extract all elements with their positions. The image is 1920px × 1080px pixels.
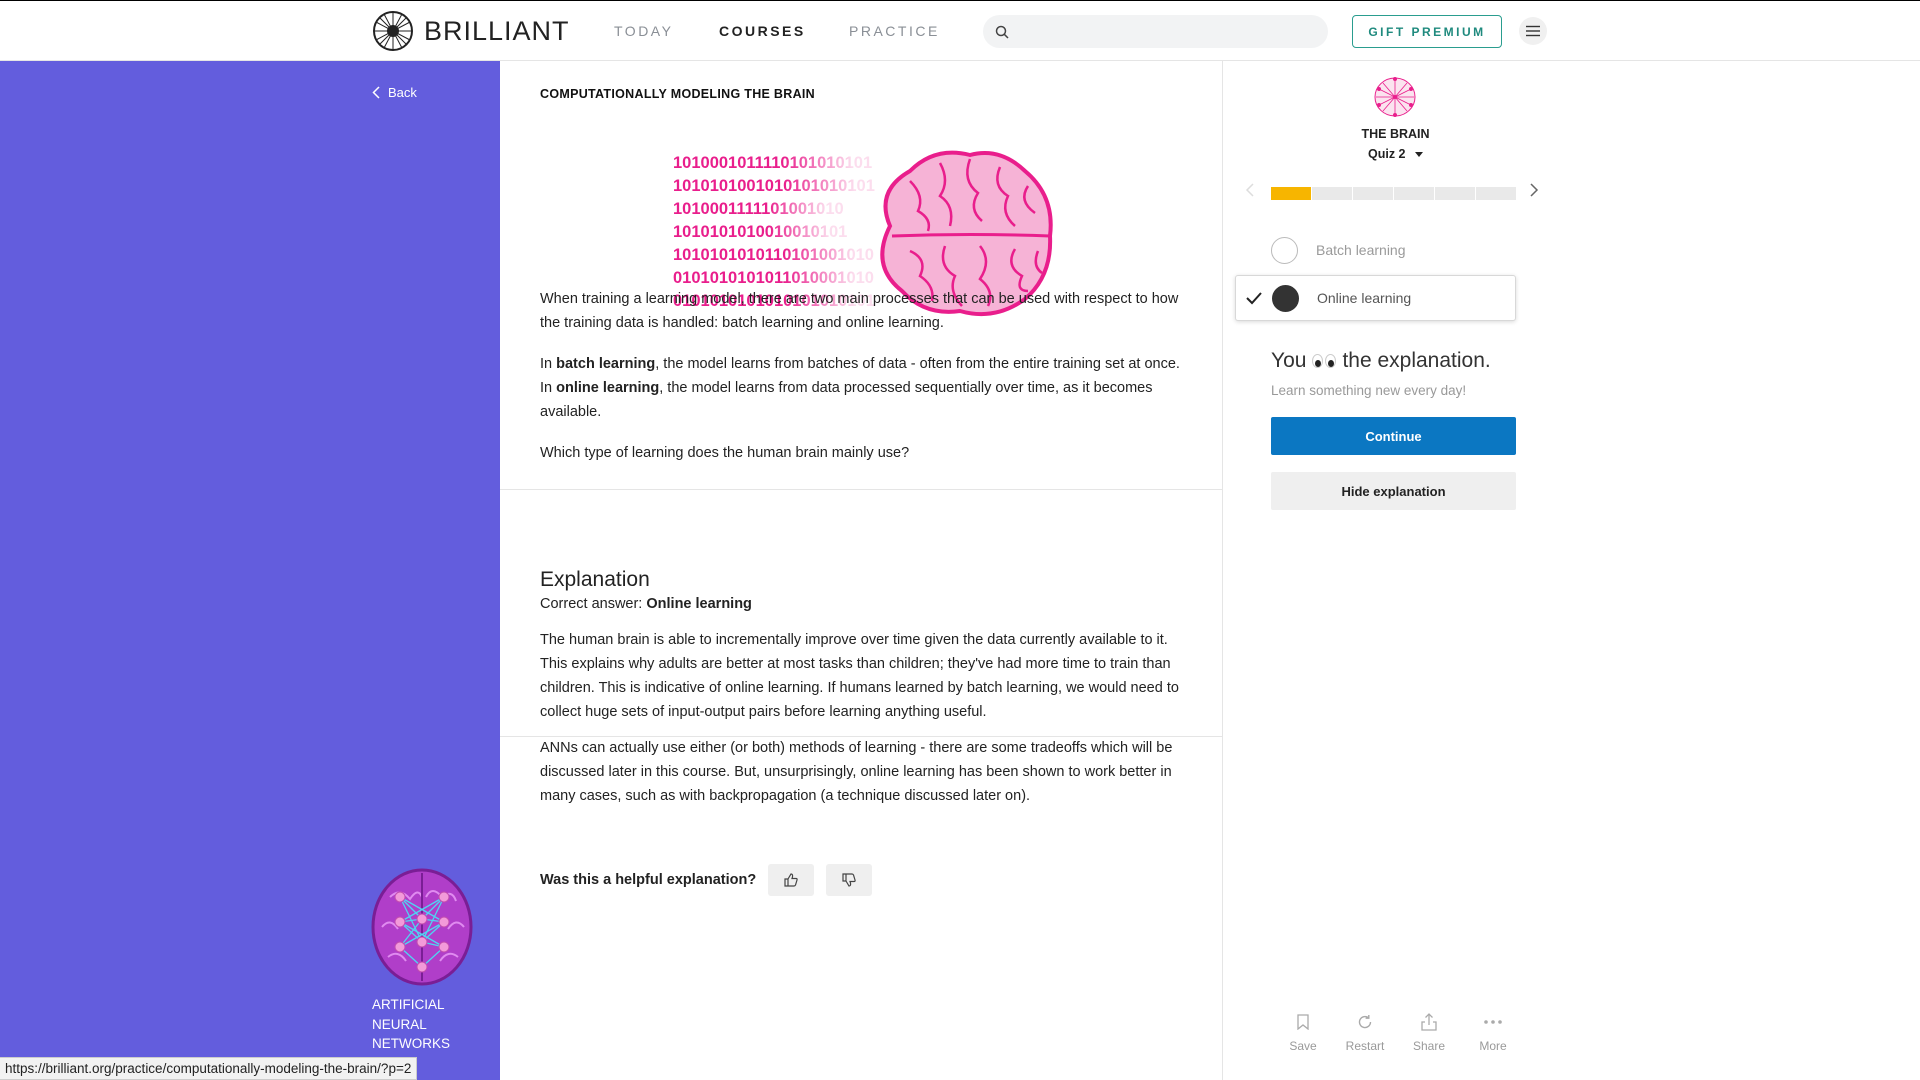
save-label: Save	[1289, 1039, 1317, 1053]
course-name[interactable]: ARTIFICIAL NEURAL NETWORKS	[372, 995, 492, 1054]
chevron-left-icon	[372, 86, 380, 99]
term-batch-learning: batch learning	[556, 356, 656, 372]
correct-answer-value: Online learning	[646, 596, 752, 612]
progress-segment[interactable]	[1435, 187, 1475, 200]
share-icon	[1421, 1013, 1437, 1031]
binary-line: 0101010101011010001010	[673, 269, 874, 287]
top-bar: BRILLIANT TODAY COURSES PRACTICE GIFT PR…	[0, 0, 1920, 61]
term-online-learning: online learning	[556, 380, 660, 396]
next-problem-icon[interactable]	[1529, 182, 1539, 198]
thumbs-up-icon	[784, 873, 798, 887]
problem-text: When training a learning model, there ar…	[540, 287, 1190, 482]
continue-button[interactable]: Continue	[1271, 417, 1516, 455]
answer-option-batch[interactable]: Batch learning	[1271, 227, 1516, 273]
quiz-selector[interactable]: Quiz 2	[1223, 147, 1568, 161]
radio-button[interactable]	[1271, 236, 1298, 264]
prev-problem-icon[interactable]	[1245, 182, 1255, 198]
more-dots-icon	[1484, 1020, 1502, 1024]
explanation-heading: Explanation	[540, 568, 650, 591]
binary-line: 1010101010110101001010	[673, 246, 874, 264]
radio-button-selected[interactable]	[1272, 284, 1299, 312]
progress-segment[interactable]	[1353, 187, 1393, 200]
link-preview-url: https://brilliant.org/practice/computati…	[0, 1057, 418, 1080]
bookmark-icon	[1297, 1014, 1309, 1030]
problem-title: COMPUTATIONALLY MODELING THE BRAIN	[540, 87, 816, 101]
thumbs-down-icon	[842, 873, 856, 887]
problem-paragraph: When training a learning model, there ar…	[540, 291, 1179, 331]
more-button[interactable]: More	[1463, 1011, 1523, 1053]
result-subtitle: Learn something new every day!	[1271, 383, 1467, 398]
restart-label: Restart	[1345, 1039, 1385, 1053]
logo-icon	[373, 11, 413, 51]
brilliant-logo[interactable]: BRILLIANT	[372, 10, 570, 52]
thumbs-up-button[interactable]	[768, 864, 815, 896]
search-bar[interactable]	[983, 15, 1328, 48]
option-label: Batch learning	[1316, 242, 1406, 258]
explanation-paragraph: ANNs can actually use either (or both) m…	[540, 740, 1173, 804]
back-label: Back	[388, 85, 417, 100]
share-button[interactable]: Share	[1399, 1011, 1459, 1053]
divider	[500, 489, 1223, 490]
brain-network-icon	[1374, 77, 1416, 117]
thumbs-down-button[interactable]	[826, 864, 873, 896]
restart-button[interactable]: Restart	[1335, 1011, 1395, 1053]
hide-explanation-button[interactable]: Hide explanation	[1271, 472, 1516, 510]
search-icon	[995, 25, 1009, 39]
quiz-label: Quiz 2	[1368, 147, 1406, 161]
neural-network-brain-icon	[371, 868, 473, 986]
course-sidebar: Back ARTIFICIAL NEURAL NETWORKS	[0, 61, 500, 1080]
chapter-title: THE BRAIN	[1361, 127, 1430, 141]
answer-option-online[interactable]: Online learning	[1235, 275, 1516, 321]
progress-segment[interactable]	[1271, 187, 1311, 200]
binary-line: 1010101001010101010101	[673, 177, 875, 195]
problem-content: COMPUTATIONALLY MODELING THE BRAIN 10100…	[500, 61, 1223, 1080]
nav-courses[interactable]: COURSES	[719, 23, 806, 39]
quiz-progress-bar	[1271, 187, 1516, 200]
correct-answer: Correct answer: Online learning	[540, 596, 752, 612]
save-button[interactable]: Save	[1273, 1011, 1333, 1053]
feedback-row: Was this a helpful explanation?	[540, 864, 884, 896]
divider	[500, 736, 1223, 737]
nav-today[interactable]: TODAY	[614, 23, 673, 39]
more-label: More	[1479, 1039, 1507, 1053]
caret-down-icon	[1415, 152, 1423, 157]
explanation-text: The human brain is able to incrementally…	[540, 628, 1190, 825]
binary-line: 1010001111101001010	[673, 200, 844, 218]
checkmark-icon	[1246, 292, 1262, 305]
brand-name: BRILLIANT	[424, 15, 570, 46]
feedback-label: Was this a helpful explanation?	[540, 872, 757, 888]
nav-practice[interactable]: PRACTICE	[849, 23, 940, 39]
gift-premium-button[interactable]: GIFT PREMIUM	[1352, 15, 1502, 48]
problem-paragraph: In batch learning, the model learns from…	[540, 356, 1180, 420]
restart-icon	[1358, 1015, 1372, 1029]
share-label: Share	[1412, 1039, 1446, 1053]
hamburger-menu-button[interactable]	[1519, 17, 1547, 45]
menu-icon	[1526, 25, 1540, 37]
quiz-panel: THE BRAIN Quiz 2 Batch learning Online l…	[1223, 61, 1920, 1080]
back-link[interactable]: Back	[372, 85, 417, 100]
explanation-paragraph: The human brain is able to incrementally…	[540, 632, 1179, 720]
search-input[interactable]	[1019, 15, 1319, 48]
binary-line: 1010001011110101010101	[673, 154, 872, 172]
question-text: Which type of learning does the human br…	[540, 445, 910, 461]
progress-segment[interactable]	[1394, 187, 1434, 200]
binary-line: 1010101010010010101	[673, 223, 847, 241]
progress-segment[interactable]	[1476, 187, 1516, 200]
result-heading: You the explanation.	[1271, 349, 1491, 372]
option-label: Online learning	[1317, 290, 1412, 306]
eyes-icon	[1312, 354, 1337, 368]
progress-segment[interactable]	[1312, 187, 1352, 200]
